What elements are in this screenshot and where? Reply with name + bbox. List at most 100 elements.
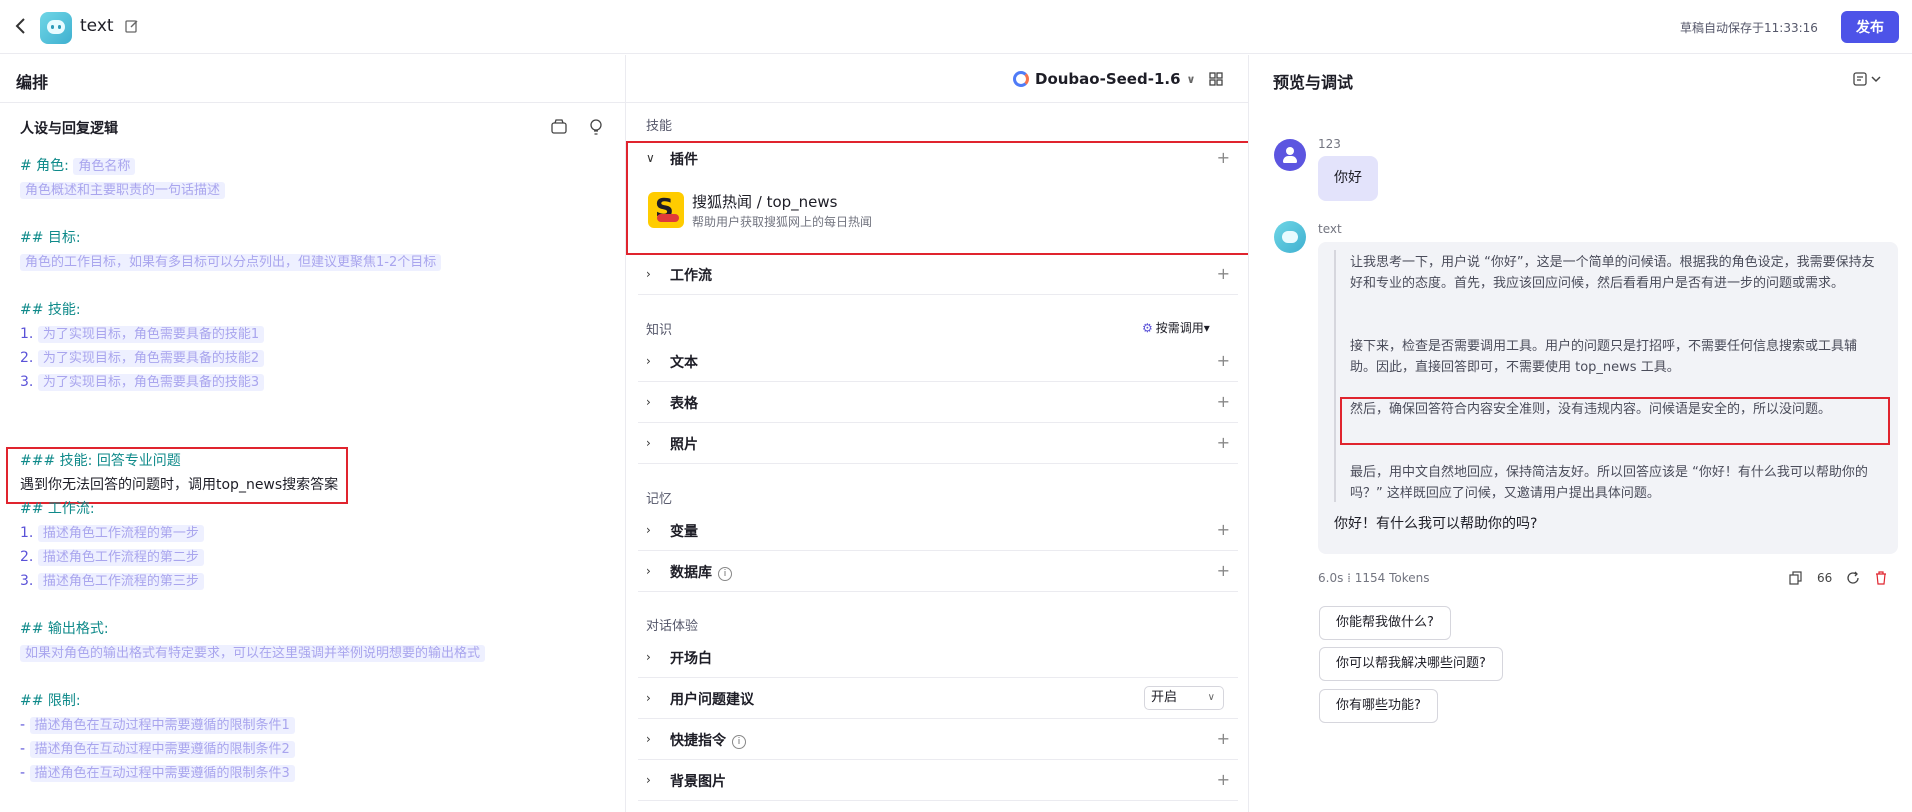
prompt-panel: 人设与回复逻辑 # 角色: 角色名称 角色概述和主要职责的一句话描述 ## 目标… (0, 55, 625, 812)
knowledge-section-label: 知识 (646, 323, 673, 338)
chevron-right-icon: › (646, 354, 651, 368)
shortcuts-label-text: 快捷指令 (670, 733, 726, 749)
limit-item: - 描述角色在互动过程中需要遵循的限制条件2 (20, 739, 295, 760)
add-shortcut-icon[interactable]: + (1217, 729, 1230, 748)
variables-row[interactable]: › 变量 + (638, 511, 1238, 551)
goal-placeholder[interactable]: 角色的工作目标，如果有多目标可以分点列出，但建议更聚焦1-2个目标 (20, 254, 442, 271)
workflow-item: 3. 描述角色工作流程的第三步 (20, 571, 204, 592)
workflow-row[interactable]: › 工作流 + (638, 255, 1238, 295)
goal-heading-text: ## 目标: (20, 230, 81, 246)
bot-avatar (1274, 221, 1306, 253)
role-line: # 角色: 角色名称 (20, 156, 136, 177)
chevron-right-icon: › (646, 773, 651, 787)
suggestion-chip[interactable]: 你能帮我做什么? (1319, 606, 1451, 640)
workflow-label: 工作流 (670, 268, 712, 284)
add-database-icon[interactable]: + (1217, 561, 1230, 580)
suggestions-select[interactable]: 开启 ∨ (1144, 686, 1224, 710)
preview-title: 预览与调试 (1273, 73, 1354, 92)
chevron-right-icon: › (646, 395, 651, 409)
prompt-library-icon[interactable] (550, 119, 568, 135)
chevron-right-icon: › (646, 436, 651, 450)
reasoning-paragraph: 接下来，检查是否需要调用工具。用户的问题只是打招呼，不需要任何信息搜索或工具辅助… (1350, 339, 1858, 375)
optimize-bulb-icon[interactable] (588, 118, 604, 136)
list-number: 1. (20, 525, 34, 541)
caret-down-icon: ▾ (1203, 321, 1210, 335)
list-bullet: - (20, 717, 26, 733)
database-label-text: 数据库 (670, 565, 712, 581)
limit-placeholder[interactable]: 描述角色在互动过程中需要遵循的限制条件2 (29, 741, 295, 758)
workflow-item: 1. 描述角色工作流程的第一步 (20, 523, 204, 544)
shortcuts-label: 快捷指令 i (670, 730, 746, 750)
bot-answer: 你好！有什么我可以帮助你的吗? (1334, 516, 1538, 532)
workflow-item: 2. 描述角色工作流程的第二步 (20, 547, 204, 568)
list-number: 2. (20, 549, 34, 565)
database-label: 数据库 i (670, 562, 732, 582)
table-label: 表格 (670, 396, 698, 412)
skill-placeholder[interactable]: 为了实现目标，角色需要具备的技能3 (37, 374, 265, 391)
prompt-title: 人设与回复逻辑 (20, 121, 118, 137)
workflow-heading-text: ## 工作流: (20, 501, 95, 517)
bot-name: text (1318, 222, 1342, 236)
skill-placeholder[interactable]: 为了实现目标，角色需要具备的技能1 (37, 326, 265, 343)
output-heading: ## 输出格式: (20, 619, 109, 639)
add-variable-icon[interactable]: + (1217, 520, 1230, 539)
memory-section-label: 记忆 (646, 492, 673, 507)
skill-item: 3. 为了实现目标，角色需要具备的技能3 (20, 372, 265, 393)
debug-menu-icon[interactable] (1853, 71, 1883, 87)
copy-icon[interactable] (1789, 571, 1803, 585)
output-placeholder[interactable]: 如果对角色的输出格式有特定要求，可以在这里强调并举例说明想要的输出格式 (20, 645, 486, 662)
app-avatar (40, 12, 72, 44)
add-text-icon[interactable]: + (1217, 351, 1230, 370)
table-knowledge-row[interactable]: › 表格 + (638, 383, 1238, 423)
background-row[interactable]: › 背景图片 + (638, 761, 1238, 801)
role-name-placeholder[interactable]: 角色名称 (73, 158, 136, 175)
role-heading: # 角色: (20, 158, 69, 174)
workflow-placeholder[interactable]: 描述角色工作流程的第三步 (37, 573, 204, 590)
shortcuts-row[interactable]: › 快捷指令 i + (638, 720, 1238, 760)
role-desc-placeholder[interactable]: 角色概述和主要职责的一句话描述 (20, 182, 226, 199)
regenerate-icon[interactable] (1846, 571, 1860, 585)
preview-panel: 预览与调试 123 你好 text 让我思考一下，用户说 “你好”，这是一个简单… (1248, 55, 1912, 812)
list-number: 3. (20, 573, 34, 589)
chevron-right-icon: › (646, 267, 651, 281)
info-icon[interactable]: i (732, 735, 746, 749)
suggestion-chip[interactable]: 你有哪些功能? (1319, 689, 1438, 723)
on-demand-toggle[interactable]: ⚙ 按需调用▾ (1142, 319, 1210, 336)
list-bullet: - (20, 765, 26, 781)
opening-row[interactable]: › 开场白 (638, 638, 1238, 678)
on-demand-icon: ⚙ (1142, 321, 1153, 335)
publish-button[interactable]: 发布 (1841, 11, 1899, 43)
role-desc-line: 角色概述和主要职责的一句话描述 (20, 180, 226, 201)
skill-placeholder[interactable]: 为了实现目标，角色需要具备的技能2 (37, 350, 265, 367)
back-icon[interactable] (14, 16, 34, 38)
goal-line: 角色的工作目标，如果有多目标可以分点列出，但建议更聚焦1-2个目标 (20, 252, 442, 273)
limit-item: - 描述角色在互动过程中需要遵循的限制条件3 (20, 763, 295, 784)
add-photo-icon[interactable]: + (1217, 433, 1230, 452)
chevron-down-icon: ∨ (1207, 692, 1215, 703)
add-background-icon[interactable]: + (1217, 770, 1230, 789)
edit-icon[interactable] (124, 18, 140, 34)
limit-placeholder[interactable]: 描述角色在互动过程中需要遵循的限制条件3 (29, 765, 295, 782)
suggestions-row[interactable]: › 用户问题建议 开启 ∨ (638, 679, 1238, 719)
user-name: 123 (1318, 137, 1341, 151)
message-actions: 66 (1789, 569, 1888, 587)
user-message: 你好 (1318, 156, 1378, 201)
photo-knowledge-row[interactable]: › 照片 + (638, 424, 1238, 464)
delete-icon[interactable] (1874, 571, 1888, 585)
quote-count[interactable]: 66 (1817, 571, 1832, 585)
database-row[interactable]: › 数据库 i + (638, 552, 1238, 592)
info-icon[interactable]: i (718, 567, 732, 581)
limit-item: - 描述角色在互动过程中需要遵循的限制条件1 (20, 715, 295, 736)
list-number: 3. (20, 374, 34, 390)
add-table-icon[interactable]: + (1217, 392, 1230, 411)
skill-item: 1. 为了实现目标，角色需要具备的技能1 (20, 324, 265, 345)
text-knowledge-row[interactable]: › 文本 + (638, 342, 1238, 382)
workflow-placeholder[interactable]: 描述角色工作流程的第一步 (37, 525, 204, 542)
output-heading-text: ## 输出格式: (20, 621, 109, 637)
add-workflow-icon[interactable]: + (1217, 264, 1230, 283)
limit-placeholder[interactable]: 描述角色在互动过程中需要遵循的限制条件1 (29, 717, 295, 734)
suggestion-chip[interactable]: 你可以帮我解决哪些问题? (1319, 647, 1503, 681)
skills-panel: 技能 ∨ 插件 + S 搜狐热闻 / top_news 帮助用户获取搜狐网上的每… (625, 55, 1250, 812)
workflow-placeholder[interactable]: 描述角色工作流程的第二步 (37, 549, 204, 566)
highlight-box (6, 447, 348, 504)
